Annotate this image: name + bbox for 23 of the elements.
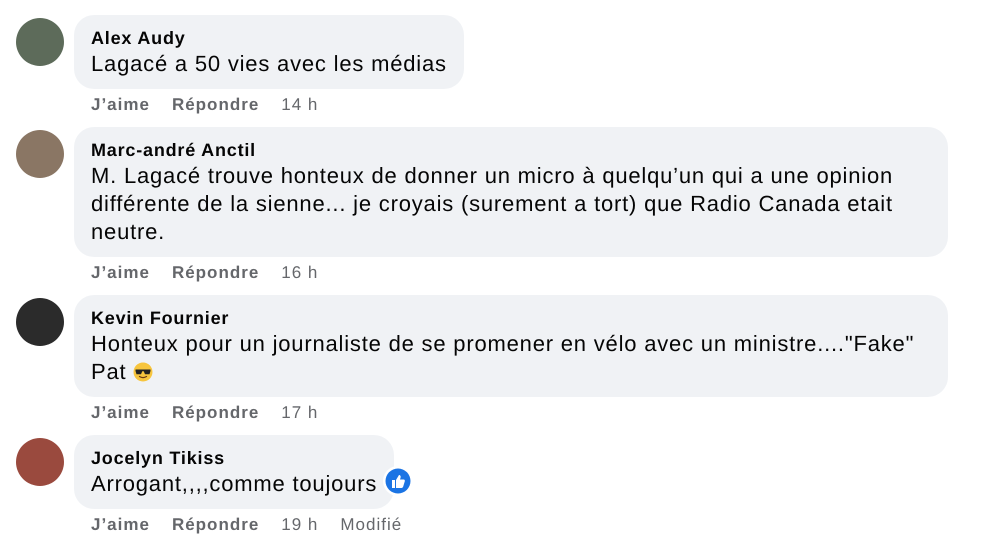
comment-time[interactable]: 19 h xyxy=(281,513,318,537)
avatar[interactable] xyxy=(16,438,64,486)
comment-text: Arrogant,,,,comme toujours xyxy=(91,470,378,498)
comment-text: M. Lagacé trouve honteux de donner un micro à quelqu’un qui a une opinion différente de la sienne... je croyais (surement a tort) que Radio Canada etait neutre. xyxy=(91,162,894,246)
comment-action-link[interactable]: Répondre xyxy=(172,401,260,425)
comment-text: Lagacé a 50 vies avec les médias xyxy=(91,50,447,78)
author-name[interactable]: Jocelyn Tikiss xyxy=(91,446,378,470)
edited-label: Modifié xyxy=(340,514,402,536)
comment-time[interactable]: 17 h xyxy=(281,401,318,425)
comment-action-link[interactable]: J’aime xyxy=(91,261,150,285)
comment-action-link[interactable]: Répondre xyxy=(172,261,260,285)
comment-text: Honteux pour un journaliste de se promener en vélo avec un ministre...."Fake" Pat xyxy=(91,330,916,386)
comment-action-link[interactable]: J’aime xyxy=(91,513,150,537)
comment-action-link[interactable]: Répondre xyxy=(172,513,260,537)
author-name[interactable]: Alex Audy xyxy=(91,26,447,50)
avatar[interactable] xyxy=(16,298,64,346)
comment-action-link[interactable]: J’aime xyxy=(91,93,150,117)
author-name[interactable]: Marc-andré Anctil xyxy=(91,138,931,162)
comment-action-link[interactable]: J’aime xyxy=(91,401,150,425)
author-name[interactable]: Kevin Fournier xyxy=(91,306,931,330)
comment-time[interactable]: 16 h xyxy=(281,261,318,285)
comment-action-link[interactable]: Répondre xyxy=(172,93,260,117)
comment-time[interactable]: 14 h xyxy=(281,93,318,117)
